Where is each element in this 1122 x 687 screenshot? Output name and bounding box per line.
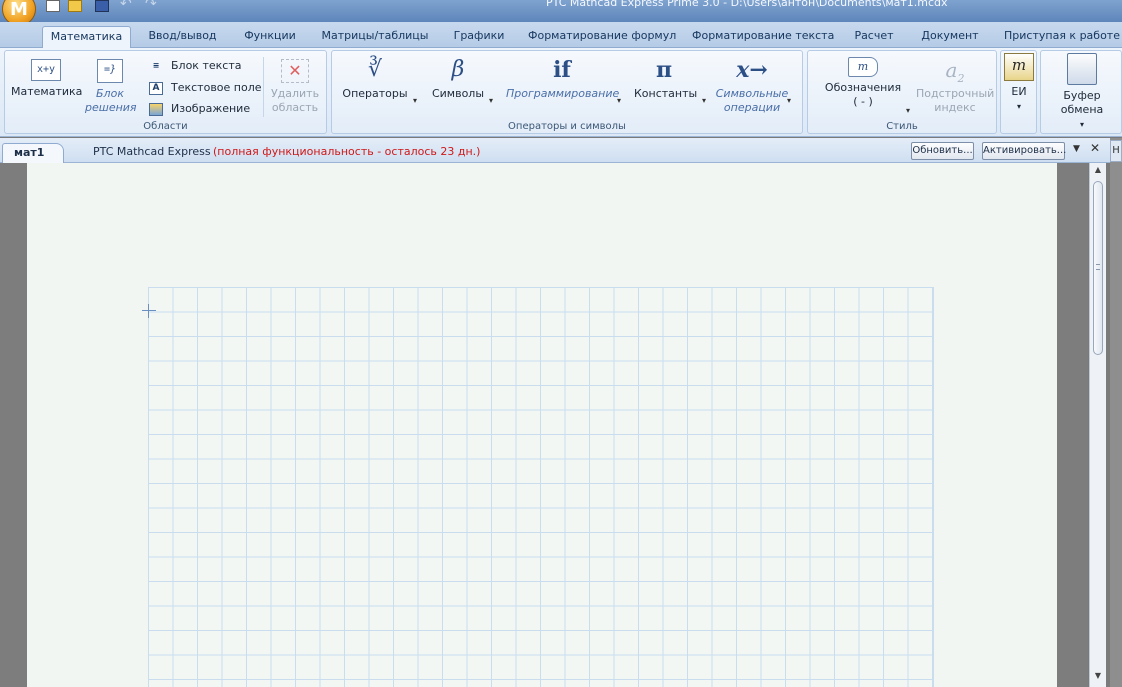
tab-document[interactable]: Документ [918, 26, 982, 48]
tab-math[interactable]: Математика [42, 26, 131, 48]
group-label-style: Стиль [886, 121, 918, 132]
scrollbar-thumb[interactable] [1093, 181, 1103, 355]
math-region-icon: x+y [31, 59, 61, 81]
right-panel-strip [1110, 138, 1122, 687]
symbols-dropdown-icon[interactable]: ▾ [489, 96, 493, 105]
root-icon: ∛ [367, 57, 383, 82]
tab-plots[interactable]: Графики [450, 26, 508, 48]
worksheet-grid[interactable] [148, 287, 934, 687]
units-button[interactable]: m ЕИ ▾ [1003, 53, 1035, 114]
constants-button[interactable]: π Константы [634, 57, 697, 101]
delete-region-button[interactable]: ✕ Удалить область [267, 59, 323, 115]
tab-getting-started[interactable]: Приступая к работе [1002, 26, 1122, 48]
insertion-crosshair [142, 304, 156, 318]
new-document-icon[interactable] [46, 0, 60, 12]
tab-calculation[interactable]: Расчет [850, 26, 898, 48]
product-name: PTC Mathcad Express [93, 145, 211, 158]
group-regions: x+y Математика =} Блок решения ≡ Блок текс… [4, 50, 327, 134]
subscript-button[interactable]: a2 Подстрочный индекс [916, 57, 994, 115]
app-menu-button[interactable]: M [2, 0, 36, 22]
document-tab[interactable]: мат1 [2, 143, 64, 163]
scroll-up-arrow-icon[interactable]: ▲ [1090, 165, 1106, 179]
window-title: PTC Mathcad Express Prime 3.0 - D:\Users… [546, 0, 948, 9]
label-tag-icon: m [848, 57, 878, 77]
beta-icon: β [451, 57, 465, 82]
group-style: m Обозначения( - ) ▾ a2 Подстрочный индек… [807, 50, 997, 134]
if-icon: if [553, 57, 571, 83]
tab-math-formatting[interactable]: Форматирование формул [528, 26, 676, 48]
tab-text-formatting[interactable]: Форматирование текста [692, 26, 834, 48]
tab-matrices-tables[interactable]: Матрицы/таблицы [320, 26, 430, 48]
programming-button[interactable]: if Программирование [506, 57, 619, 101]
image-icon [149, 102, 163, 116]
math-region-button[interactable]: x+y Математика [11, 59, 82, 99]
text-block-button[interactable]: ≡ Блок текста [149, 59, 242, 73]
image-button[interactable]: Изображение [149, 102, 250, 116]
solve-block-icon: =} [97, 59, 123, 83]
clipboard-icon [1067, 53, 1097, 85]
ribbon-tab-row: Математика Ввод/вывод Функции Матрицы/та… [0, 22, 1122, 48]
text-box-icon: A [149, 81, 163, 95]
clipboard-dropdown-icon: ▾ [1079, 120, 1084, 129]
side-panel-tab[interactable]: Н [1110, 140, 1122, 162]
document-tab-bar: мат1 PTC Mathcad Express (полная функцио… [0, 138, 1110, 163]
activate-button[interactable]: Активировать... [982, 142, 1066, 160]
redo-icon[interactable]: ↷ [145, 0, 161, 12]
update-button[interactable]: Обновить... [911, 142, 974, 160]
subscript-icon: a2 [945, 58, 965, 85]
units-ruler-icon: m [1004, 53, 1034, 81]
labels-dropdown-icon[interactable]: ▾ [906, 106, 910, 115]
group-label-regions: Области [143, 121, 188, 132]
clipboard-button[interactable]: Буфер обмена ▾ [1043, 53, 1121, 132]
tab-functions[interactable]: Функции [240, 26, 300, 48]
constants-dropdown-icon[interactable]: ▾ [702, 96, 706, 105]
pi-icon: π [655, 57, 673, 83]
units-dropdown-icon: ▾ [1016, 102, 1021, 111]
labels-button[interactable]: m Обозначения( - ) [820, 57, 906, 109]
delete-region-icon: ✕ [281, 59, 309, 83]
open-folder-icon[interactable] [68, 0, 82, 12]
group-label-operators: Операторы и символы [508, 121, 626, 132]
operators-button[interactable]: ∛ Операторы [340, 57, 410, 101]
trial-notice: (полная функциональность - осталось 23 д… [213, 145, 481, 158]
symbolic-arrow-icon: x→ [736, 57, 768, 83]
separator [263, 57, 264, 117]
symbolic-operations-button[interactable]: x→ Символьные операции [714, 57, 790, 115]
text-box-button[interactable]: A Текстовое поле [149, 81, 262, 95]
tab-input-output[interactable]: Ввод/вывод [140, 26, 225, 48]
programming-dropdown-icon[interactable]: ▾ [617, 96, 621, 105]
symbolic-dropdown-icon[interactable]: ▾ [787, 96, 791, 105]
title-bar: M ↶ ↷ PTC Mathcad Express Prime 3.0 - D:… [0, 0, 1122, 22]
scroll-down-arrow-icon[interactable]: ▼ [1090, 671, 1106, 685]
tab-list-dropdown-icon[interactable]: ▼ [1073, 144, 1080, 154]
undo-icon[interactable]: ↶ [120, 0, 136, 12]
operators-dropdown-icon[interactable]: ▾ [413, 96, 417, 105]
close-document-icon[interactable]: ✕ [1090, 141, 1100, 155]
ribbon: x+y Математика =} Блок решения ≡ Блок текс… [0, 48, 1122, 137]
group-operators-symbols: ∛ Операторы ▾ β Символы ▾ if Программиро… [331, 50, 803, 134]
text-block-icon: ≡ [152, 60, 160, 70]
solve-block-button[interactable]: =} Блок решения [85, 59, 137, 115]
save-icon[interactable] [95, 0, 109, 12]
thumb-grip-icon [1096, 264, 1100, 270]
group-units: m ЕИ ▾ [1000, 50, 1037, 134]
group-clipboard: Буфер обмена ▾ [1040, 50, 1122, 134]
symbols-button[interactable]: β Символы [428, 57, 488, 101]
vertical-scrollbar[interactable]: ▲ ▼ [1089, 163, 1106, 687]
